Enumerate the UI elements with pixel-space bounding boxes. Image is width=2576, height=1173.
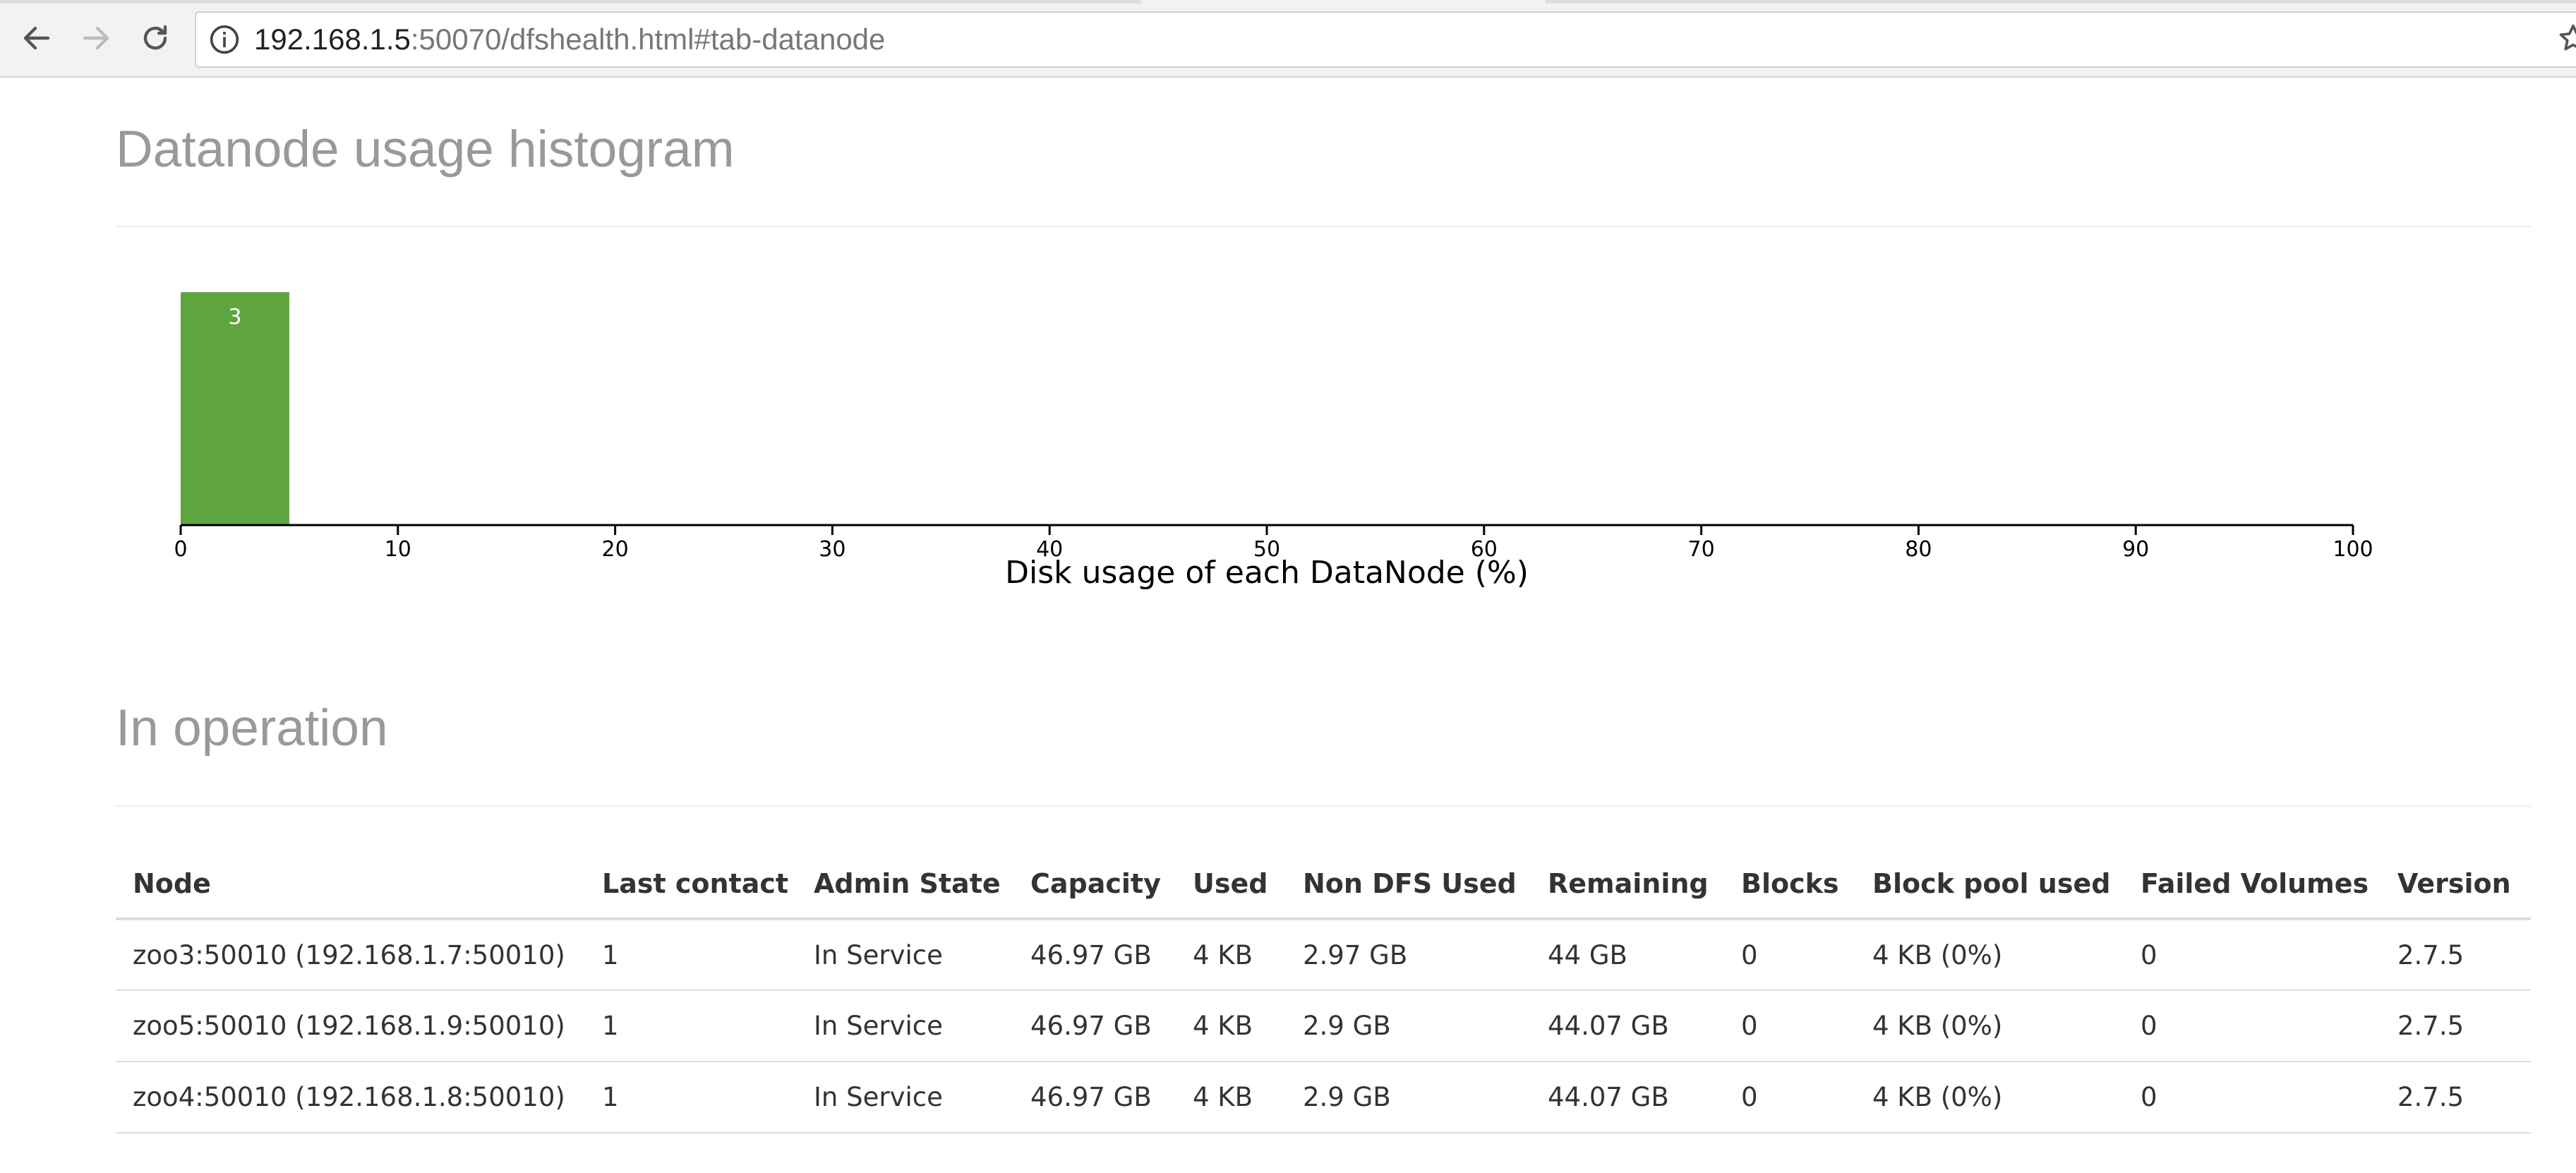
back-arrow-icon xyxy=(23,26,50,50)
table-cell: 2.7.5 xyxy=(2381,990,2531,1062)
table-cell: 4 KB (0%) xyxy=(1855,1061,2124,1133)
table-cell: zoo4:50010 (192.168.1.8:50010) xyxy=(116,1061,585,1133)
url-text[interactable]: 192.168.1.5:50070/dfshealth.html#tab-dat… xyxy=(254,23,885,56)
table-cell: 0 xyxy=(2124,990,2381,1062)
table-cell: 2.97 GB xyxy=(1286,919,1531,991)
column-header: Non DFS Used xyxy=(1286,849,1531,920)
x-tick-label: 100 xyxy=(2333,537,2373,562)
table-cell: 0 xyxy=(1724,919,1855,991)
url-host: 192.168.1.5 xyxy=(254,23,411,56)
table-cell: 2.7.5 xyxy=(2381,919,2531,991)
table-cell: zoo3:50010 (192.168.1.7:50010) xyxy=(116,919,585,991)
histogram-title: Datanode usage histogram xyxy=(116,121,735,178)
table-row: zoo4:50010 (192.168.1.8:50010) 1 In Servic… xyxy=(116,1061,2531,1133)
column-header: Blocks xyxy=(1724,849,1855,920)
column-header: Block pool used xyxy=(1855,849,2124,920)
table-cell: 4 KB (0%) xyxy=(1855,919,2124,991)
table-row: zoo3:50010 (192.168.1.7:50010) 1 In Servic… xyxy=(116,919,2531,991)
x-tick-label: 80 xyxy=(1905,537,1932,562)
table-cell: 2.9 GB xyxy=(1286,990,1531,1062)
table-cell: 4 KB xyxy=(1176,990,1286,1062)
table-header-row: Node Last contact Admin State Capacity Used N… xyxy=(116,849,2531,920)
operation-title: In operation xyxy=(116,699,388,757)
table-cell: 1 xyxy=(585,1061,797,1133)
table-cell: In Service xyxy=(797,990,1013,1062)
back-button[interactable] xyxy=(10,11,64,65)
x-axis-title: Disk usage of each DataNode (%) xyxy=(1005,555,1529,591)
forward-arrow-icon xyxy=(83,26,109,50)
column-header: Capacity xyxy=(1013,849,1176,920)
column-header: Version xyxy=(2381,849,2531,920)
table-cell: 4 KB xyxy=(1176,919,1286,991)
table-cell: 0 xyxy=(2124,919,2381,991)
table-cell: 0 xyxy=(2124,1061,2381,1133)
star-icon[interactable] xyxy=(2558,17,2576,59)
table-cell: In Service xyxy=(797,919,1013,991)
bar-value-label: 3 xyxy=(228,305,241,330)
datanode-table: Node Last contact Admin State Capacity Used N… xyxy=(116,849,2531,1133)
url-path: :50070/dfshealth.html#tab-datanode xyxy=(410,23,886,56)
table-row: zoo5:50010 (192.168.1.9:50010) 1 In Servic… xyxy=(116,990,2531,1062)
section-divider xyxy=(116,805,2531,807)
table-cell: 4 KB xyxy=(1176,1061,1286,1133)
table-cell: 2.7.5 xyxy=(2381,1061,2531,1133)
column-header: Node xyxy=(116,849,585,920)
table-cell: 46.97 GB xyxy=(1013,1061,1176,1133)
tab-strip-edge xyxy=(1546,0,2576,4)
table-cell: 1 xyxy=(585,919,797,991)
table-body: zoo3:50010 (192.168.1.7:50010) 1 In Servic… xyxy=(116,919,2531,1133)
reload-icon xyxy=(143,25,167,50)
column-header: Used xyxy=(1176,849,1286,920)
address-bar[interactable]: 192.168.1.5:50070/dfshealth.html#tab-dat… xyxy=(195,11,2576,68)
column-header: Admin State xyxy=(797,849,1013,920)
table-cell: 4 KB (0%) xyxy=(1855,990,2124,1062)
table-cell: 44 GB xyxy=(1531,919,1724,991)
column-header: Last contact xyxy=(585,849,797,920)
table-cell: 44.07 GB xyxy=(1531,990,1724,1062)
x-tick-label: 30 xyxy=(819,537,845,562)
table-cell: 46.97 GB xyxy=(1013,919,1176,991)
reload-button[interactable] xyxy=(128,11,182,65)
tab-strip-edge xyxy=(0,0,1140,4)
x-tick-label: 70 xyxy=(1688,537,1715,562)
x-tick-label: 0 xyxy=(174,537,187,562)
column-header: Failed Volumes xyxy=(2124,849,2381,920)
table-cell: 2.9 GB xyxy=(1286,1061,1531,1133)
table-cell: zoo5:50010 (192.168.1.9:50010) xyxy=(116,990,585,1062)
table-cell: 44.07 GB xyxy=(1531,1061,1724,1133)
table-cell: 46.97 GB xyxy=(1013,990,1176,1062)
column-header: Remaining xyxy=(1531,849,1724,920)
browser-toolbar: 192.168.1.5:50070/dfshealth.html#tab-dat… xyxy=(0,0,2576,78)
table-cell: In Service xyxy=(797,1061,1013,1133)
table-cell: 0 xyxy=(1724,1061,1855,1133)
table-cell: 1 xyxy=(585,990,797,1062)
info-icon[interactable] xyxy=(209,24,240,55)
section-divider xyxy=(116,226,2531,227)
table-cell: 0 xyxy=(1724,990,1855,1062)
x-tick-label: 10 xyxy=(385,537,411,562)
usage-histogram-chart: 30 10 20 30 40 50 60 70 80 90 100Disk usage of eac… xyxy=(174,292,2373,591)
forward-button[interactable] xyxy=(69,11,123,65)
x-tick-label: 90 xyxy=(2122,537,2149,562)
x-tick-label: 20 xyxy=(602,537,629,562)
